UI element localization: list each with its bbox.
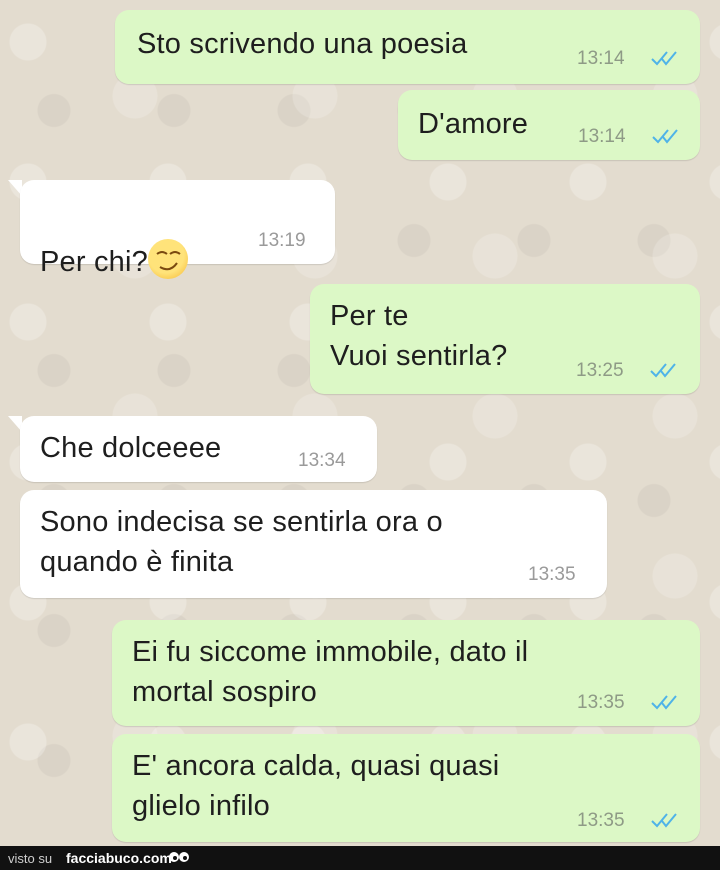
message-time: 13:14 [578,126,626,147]
double-check-icon [650,363,676,378]
message-text: Ei fu siccome immobile, dato il mortal s… [132,636,529,708]
message-text: Sto scrivendo una poesia [137,28,468,60]
message-bubble-incoming[interactable]: Sono indecisa se sentirla ora o quando è… [20,490,607,598]
message-bubble-outgoing[interactable]: Ei fu siccome immobile, dato il mortal s… [112,620,700,726]
message-text: D'amore [418,108,529,140]
message-text: Sono indecisa se sentirla ora o quando è… [40,506,443,578]
footer-brand[interactable]: facciabuco.com [66,850,172,866]
message-bubble-outgoing[interactable]: Sto scrivendo una poesia 13:14 [115,10,700,84]
message-text: E' ancora calda, quasi quasi glielo infi… [132,750,500,822]
message-text: Per chi? [40,202,188,283]
footer-prefix: visto su [8,851,53,866]
message-bubble-outgoing[interactable]: E' ancora calda, quasi quasi glielo infi… [112,734,700,842]
message-text: Per te Vuoi sentirla? [330,300,508,372]
double-check-icon [651,695,677,710]
message-time: 13:19 [258,230,306,251]
message-time: 13:35 [528,564,576,585]
double-check-icon [651,51,677,66]
message-time: 13:34 [298,450,346,471]
message-time: 13:35 [577,810,625,831]
watermark-footer: visto su facciabuco.com [0,846,720,870]
smirk-face-icon [148,239,188,280]
message-text-content: Per chi? [40,246,148,278]
message-time: 13:35 [577,692,625,713]
message-bubble-incoming[interactable]: Per chi? 13:19 [20,180,335,280]
message-bubble-outgoing[interactable]: D'amore 13:14 [398,90,700,160]
message-time: 13:14 [577,48,625,69]
message-bubble-incoming[interactable]: Che dolceeee 13:34 [20,416,377,482]
eyes-icon [168,849,190,868]
message-bubble-outgoing[interactable]: Per te Vuoi sentirla? 13:25 [310,284,700,394]
message-text: Che dolceeee [40,432,222,464]
double-check-icon [651,813,677,828]
message-time: 13:25 [576,360,624,381]
chat-area: Sto scrivendo una poesia 13:14 D'amore 1… [0,0,720,846]
double-check-icon [652,129,678,144]
